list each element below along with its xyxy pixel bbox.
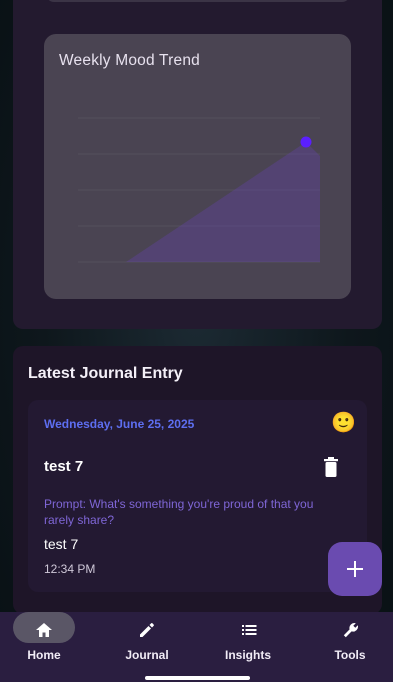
entry-title: test 7 [44,458,84,475]
nav-item-journal[interactable]: Journal [98,612,196,682]
nav-item-tools[interactable]: Tools [295,612,393,682]
weekly-mood-chart: Weekly Mood Trend [44,34,351,299]
nav-label-home: Home [27,648,61,662]
nav-label-journal: Journal [125,648,169,662]
entry-prompt: Prompt: What's something you're proud of… [44,497,314,527]
plus-icon [347,561,363,577]
previous-widget-edge [46,0,350,2]
mood-point[interactable] [300,136,312,148]
nav-item-insights[interactable]: Insights [199,612,297,682]
nav-item-home[interactable]: Home [0,612,98,682]
pencil-icon [140,623,154,637]
entry-time: 12:34 PM [44,562,96,576]
delete-button[interactable] [321,457,341,479]
list-icon [242,625,257,635]
entry-body: test 7 [44,536,79,552]
home-screen: Weekly Mood Trend Latest Journal Entry W… [0,0,393,682]
nav-label-insights: Insights [224,648,271,662]
nav-label-tools: Tools [334,648,366,662]
mood-area [126,142,320,262]
mood-emoji-icon: 🙂 [331,412,356,434]
home-icon [36,623,52,637]
latest-journal-card: Latest Journal Entry Wednesday, June 25,… [13,346,382,614]
wrench-icon [343,623,358,638]
mood-chart-plot [78,117,320,263]
bottom-navigation: Home Journal Insights Tools [0,612,393,682]
home-indicator [145,676,250,680]
add-entry-button[interactable] [328,542,382,596]
entry-date: Wednesday, June 25, 2025 [44,417,195,431]
section-title: Latest Journal Entry [28,365,183,382]
trash-icon [324,457,338,477]
journal-entry-card[interactable]: Wednesday, June 25, 2025 🙂 test 7 Prompt… [28,400,367,592]
